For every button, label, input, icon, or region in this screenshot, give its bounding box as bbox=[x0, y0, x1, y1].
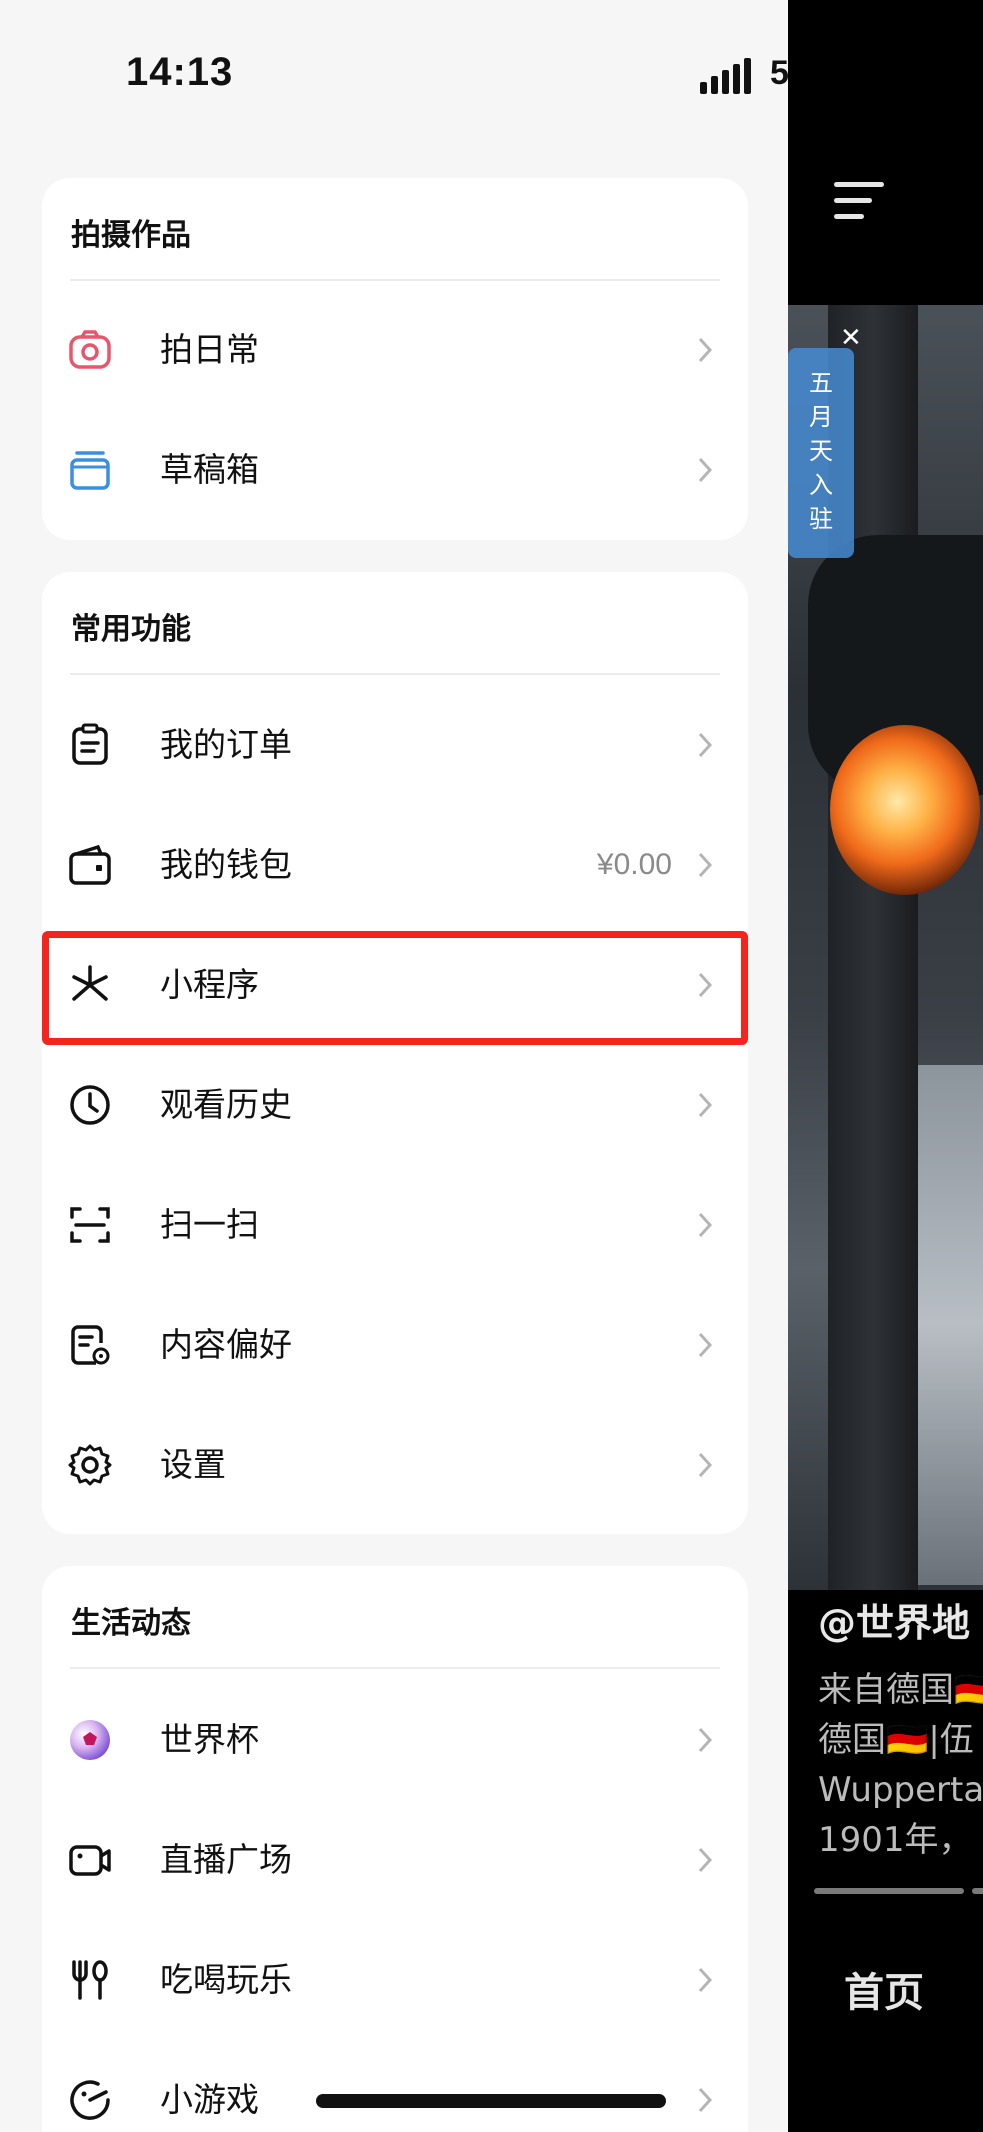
chevron-right-icon bbox=[698, 457, 713, 483]
video-feed-panel[interactable]: 五 月 天 入 驻 ✕ @世界地 来自德国🇩🇪 德国🇩🇪|伍 Wupperta … bbox=[788, 0, 983, 2132]
description-line: 德国🇩🇪|伍 bbox=[818, 1720, 974, 1760]
menu-item-mini-program[interactable]: 小程序 bbox=[42, 925, 748, 1045]
chevron-right-icon bbox=[698, 1452, 713, 1478]
badge-char: 五 bbox=[809, 369, 833, 397]
video-author[interactable]: @世界地 bbox=[818, 1592, 970, 1647]
menu-item-content-preference[interactable]: 内容偏好 bbox=[42, 1285, 748, 1405]
menu-item-world-cup[interactable]: 世界杯 bbox=[42, 1680, 748, 1800]
description-line: 来自德国🇩🇪 bbox=[818, 1670, 983, 1710]
badge-char: 驻 bbox=[809, 505, 833, 533]
chevron-right-icon bbox=[698, 1727, 713, 1753]
chevron-right-icon bbox=[698, 1847, 713, 1873]
gear-icon bbox=[68, 1444, 112, 1486]
scan-icon bbox=[70, 1207, 110, 1243]
menu-item-food-fun[interactable]: 吃喝玩乐 bbox=[42, 1920, 748, 2040]
chevron-right-icon bbox=[698, 1332, 713, 1358]
building-background bbox=[918, 1065, 983, 1585]
menu-item-label: 拍日常 bbox=[160, 330, 259, 369]
divider bbox=[70, 673, 720, 675]
menu-item-my-wallet[interactable]: 我的钱包 ¥0.00 bbox=[42, 805, 748, 925]
chevron-right-icon bbox=[698, 972, 713, 998]
section-card-life: 生活动态 世界杯 直播广场 吃喝玩乐 小游戏 bbox=[42, 1566, 748, 2132]
menu-item-live-square[interactable]: 直播广场 bbox=[42, 1800, 748, 1920]
menu-item-label: 世界杯 bbox=[160, 1720, 259, 1759]
menu-item-scan[interactable]: 扫一扫 bbox=[42, 1165, 748, 1285]
wallet-balance: ¥0.00 bbox=[596, 848, 672, 881]
badge-char: 天 bbox=[809, 437, 833, 465]
divider bbox=[70, 1667, 720, 1669]
chevron-right-icon bbox=[698, 732, 713, 758]
clock-icon bbox=[70, 1085, 110, 1125]
menu-item-label: 内容偏好 bbox=[160, 1325, 292, 1364]
divider bbox=[70, 279, 720, 281]
chevron-right-icon bbox=[698, 852, 713, 878]
tab-home[interactable]: 首页 bbox=[844, 1960, 924, 2018]
close-icon[interactable]: ✕ bbox=[840, 323, 862, 353]
menu-item-label: 草稿箱 bbox=[160, 450, 259, 489]
chevron-right-icon bbox=[698, 1967, 713, 1993]
menu-item-label: 小游戏 bbox=[160, 2080, 259, 2119]
video-progress-bar-next bbox=[972, 1888, 983, 1894]
section-title: 生活动态 bbox=[71, 1606, 191, 1641]
menu-item-label: 我的钱包 bbox=[160, 845, 292, 884]
chevron-right-icon bbox=[698, 2087, 713, 2113]
promo-badge[interactable]: 五 月 天 入 驻 bbox=[788, 348, 854, 558]
section-card-common-functions: 常用功能 我的订单 我的钱包 ¥0.00 小程序 观看历史 扫一扫 内容偏好 设… bbox=[42, 572, 748, 1534]
video-description: 来自德国🇩🇪 德国🇩🇪|伍 Wupperta 1901年， bbox=[818, 1665, 983, 1865]
camera-icon bbox=[69, 330, 111, 369]
live-camera-icon bbox=[69, 1845, 111, 1876]
menu-item-label: 直播广场 bbox=[160, 1840, 292, 1879]
menu-item-daily-shoot[interactable]: 拍日常 bbox=[42, 290, 748, 410]
signal-icon bbox=[700, 58, 751, 94]
status-time: 14:13 bbox=[126, 50, 234, 94]
menu-item-my-orders[interactable]: 我的订单 bbox=[42, 685, 748, 805]
video-thumbnail[interactable]: 五 月 天 入 驻 ✕ bbox=[788, 305, 983, 1590]
section-title: 常用功能 bbox=[71, 612, 191, 647]
content-preference-icon bbox=[71, 1325, 110, 1365]
section-title: 拍摄作品 bbox=[71, 218, 191, 253]
menu-item-settings[interactable]: 设置 bbox=[42, 1405, 748, 1525]
menu-item-watch-history[interactable]: 观看历史 bbox=[42, 1045, 748, 1165]
description-line: 1901年， bbox=[818, 1820, 973, 1860]
menu-item-label: 小程序 bbox=[160, 965, 259, 1004]
fork-knife-icon bbox=[72, 1960, 108, 2000]
order-icon bbox=[72, 723, 108, 765]
chevron-right-icon bbox=[698, 1092, 713, 1118]
section-card-capture: 拍摄作品 拍日常 草稿箱 bbox=[42, 178, 748, 540]
badge-char: 入 bbox=[809, 471, 833, 499]
chevron-right-icon bbox=[698, 1212, 713, 1238]
menu-item-label: 扫一扫 bbox=[160, 1205, 259, 1244]
video-progress-bar[interactable] bbox=[814, 1888, 964, 1894]
badge-char: 月 bbox=[809, 403, 833, 431]
home-indicator bbox=[316, 2094, 666, 2108]
traffic-light bbox=[830, 725, 980, 895]
wallet-icon bbox=[69, 844, 111, 885]
description-line: Wupperta bbox=[818, 1770, 983, 1810]
chevron-right-icon bbox=[698, 337, 713, 363]
hamburger-menu-icon[interactable] bbox=[834, 182, 884, 222]
mini-program-icon bbox=[72, 965, 108, 1001]
side-drawer: 14:13 5 拍摄作品 拍日常 草稿箱 常用功能 我的订单 我的钱包 ¥0.0… bbox=[0, 0, 788, 2132]
drafts-icon bbox=[70, 451, 110, 490]
menu-item-label: 设置 bbox=[160, 1445, 226, 1484]
menu-item-label: 观看历史 bbox=[160, 1085, 292, 1124]
menu-item-label: 我的订单 bbox=[160, 725, 292, 764]
menu-item-label: 吃喝玩乐 bbox=[160, 1960, 292, 1999]
menu-item-drafts[interactable]: 草稿箱 bbox=[42, 410, 748, 530]
game-icon bbox=[70, 2080, 110, 2120]
menu-item-mini-games[interactable]: 小游戏 bbox=[42, 2040, 748, 2132]
soccer-ball-icon bbox=[70, 1720, 110, 1760]
network-type: 5 bbox=[770, 54, 788, 92]
